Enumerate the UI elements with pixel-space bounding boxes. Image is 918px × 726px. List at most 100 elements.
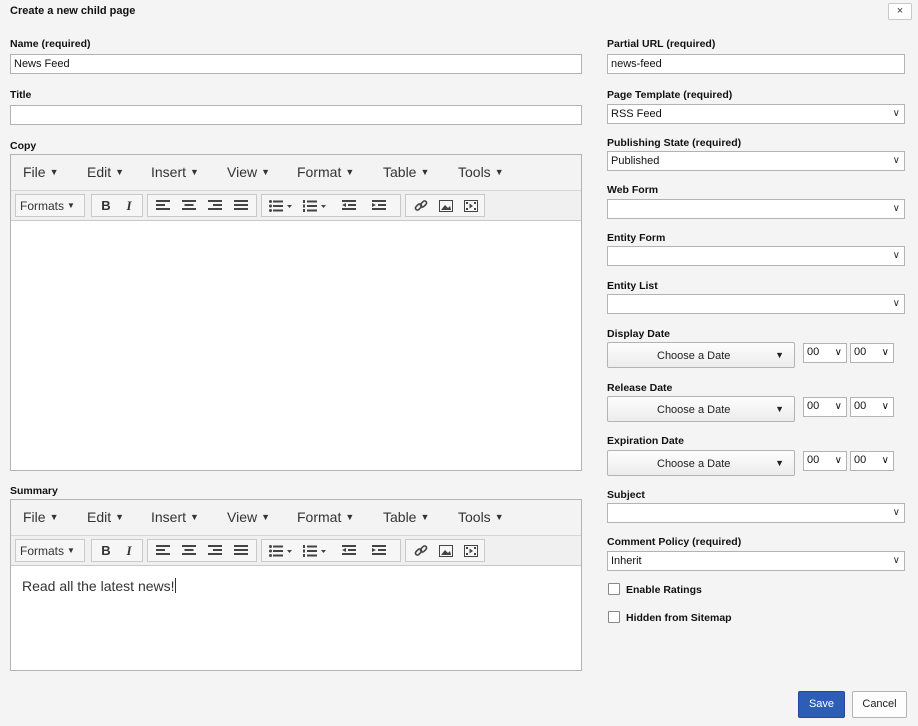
insert-link-button[interactable] [410,196,432,216]
entity-form-select[interactable]: ∨ [607,246,905,266]
menu-insert[interactable]: Insert ▼ [151,509,199,525]
align-center-button[interactable] [178,541,200,561]
chevron-down-icon: ▼ [49,512,59,522]
menu-insert[interactable]: Insert ▼ [151,164,199,180]
close-button[interactable]: × [888,3,912,20]
chevron-down-icon: ∨ [834,401,842,412]
summary-label: Summary [10,485,58,497]
hidden-sitemap-checkbox[interactable] [608,611,620,623]
summary-editor-content[interactable]: Read all the latest news! [11,566,581,670]
display-minute-select[interactable]: 00 ∨ [850,343,894,363]
indent-button[interactable] [366,196,392,216]
release-date-picker[interactable]: Choose a Date ▼ [607,396,795,422]
chevron-down-icon: ∨ [892,155,900,166]
align-right-button[interactable] [204,541,226,561]
save-button[interactable]: Save [798,691,845,718]
name-input[interactable]: News Feed [10,54,582,74]
menu-format[interactable]: Format ▼ [297,509,354,525]
menu-table[interactable]: Table ▼ [383,164,429,180]
dialog-title: Create a new child page [10,5,136,17]
list-group [261,539,401,562]
align-justify-button[interactable] [230,541,252,561]
expiration-date-picker[interactable]: Choose a Date ▼ [607,450,795,476]
chevron-down-icon: ▼ [345,512,355,522]
insert-group [405,194,485,217]
title-input[interactable] [10,105,582,125]
bullet-list-button[interactable] [266,196,296,216]
italic-button[interactable]: I [119,541,139,561]
menu-tools[interactable]: Tools ▼ [458,509,504,525]
insert-media-button[interactable] [460,541,482,561]
numbered-list-button[interactable] [300,196,330,216]
align-right-button[interactable] [204,196,226,216]
menu-format[interactable]: Format ▼ [297,164,354,180]
list-group [261,194,401,217]
display-date-picker[interactable]: Choose a Date ▼ [607,342,795,368]
cancel-button[interactable]: Cancel [852,691,907,718]
expiration-hour-select[interactable]: 00 ∨ [803,451,847,471]
release-minute-select[interactable]: 00 ∨ [850,397,894,417]
chevron-down-icon: ▼ [494,167,504,177]
partial-url-input[interactable]: news-feed [607,54,905,74]
numbered-list-button[interactable] [300,541,330,561]
dialog-titlebar: Create a new child page × [0,0,918,24]
menu-file[interactable]: File ▼ [23,164,58,180]
bold-button[interactable]: B [96,196,116,216]
outdent-button[interactable] [336,541,362,561]
menu-view[interactable]: View ▼ [227,509,270,525]
chevron-down-icon: ∨ [892,555,900,566]
insert-media-button[interactable] [460,196,482,216]
display-hour-select[interactable]: 00 ∨ [803,343,847,363]
insert-image-button[interactable] [435,196,457,216]
caret-down-icon: ▼ [775,404,784,414]
insert-link-button[interactable] [410,541,432,561]
chevron-down-icon: ▼ [67,201,75,210]
hidden-sitemap-label: Hidden from Sitemap [626,612,732,624]
web-form-select[interactable]: ∨ [607,199,905,219]
menu-table[interactable]: Table ▼ [383,509,429,525]
page-template-select[interactable]: RSS Feed ∨ [607,104,905,124]
align-left-icon [156,545,170,555]
enable-ratings-checkbox[interactable] [608,583,620,595]
formats-dropdown[interactable]: Formats ▼ [20,541,75,561]
bullet-list-button[interactable] [266,541,296,561]
link-icon [414,545,428,556]
copy-editor-toolbar: Formats ▼ B I [11,191,581,221]
publishing-state-select[interactable]: Published ∨ [607,151,905,171]
chevron-down-icon: ∨ [881,401,889,412]
expiration-minute-select[interactable]: 00 ∨ [850,451,894,471]
menu-tools[interactable]: Tools ▼ [458,164,504,180]
align-center-button[interactable] [178,196,200,216]
web-form-label: Web Form [607,184,659,196]
indent-button[interactable] [366,541,392,561]
chevron-down-icon: ▼ [190,167,199,177]
chevron-down-icon: ∨ [892,250,900,261]
align-left-icon [156,200,170,210]
chevron-down-icon: ∨ [892,298,900,309]
comment-policy-select[interactable]: Inherit ∨ [607,551,905,571]
align-center-icon [182,545,196,555]
bold-button[interactable]: B [96,541,116,561]
copy-editor-content[interactable] [11,221,581,470]
numbered-list-icon [303,200,326,212]
release-hour-select[interactable]: 00 ∨ [803,397,847,417]
formats-dropdown[interactable]: Formats ▼ [20,196,75,216]
align-justify-button[interactable] [230,196,252,216]
outdent-button[interactable] [336,196,362,216]
bullet-list-icon [269,200,292,212]
insert-image-button[interactable] [435,541,457,561]
align-left-button[interactable] [152,541,174,561]
menu-view[interactable]: View ▼ [227,164,270,180]
align-justify-icon [234,545,248,555]
chevron-down-icon: ∨ [892,203,900,214]
menu-edit[interactable]: Edit ▼ [87,509,124,525]
entity-list-select[interactable]: ∨ [607,294,905,314]
subject-select[interactable]: ∨ [607,503,905,523]
chevron-down-icon: ▼ [115,167,125,177]
menu-file[interactable]: File ▼ [23,509,58,525]
align-left-button[interactable] [152,196,174,216]
menu-edit[interactable]: Edit ▼ [87,164,124,180]
chevron-down-icon: ∨ [834,455,842,466]
italic-button[interactable]: I [119,196,139,216]
name-label: Name (required) [10,38,91,50]
